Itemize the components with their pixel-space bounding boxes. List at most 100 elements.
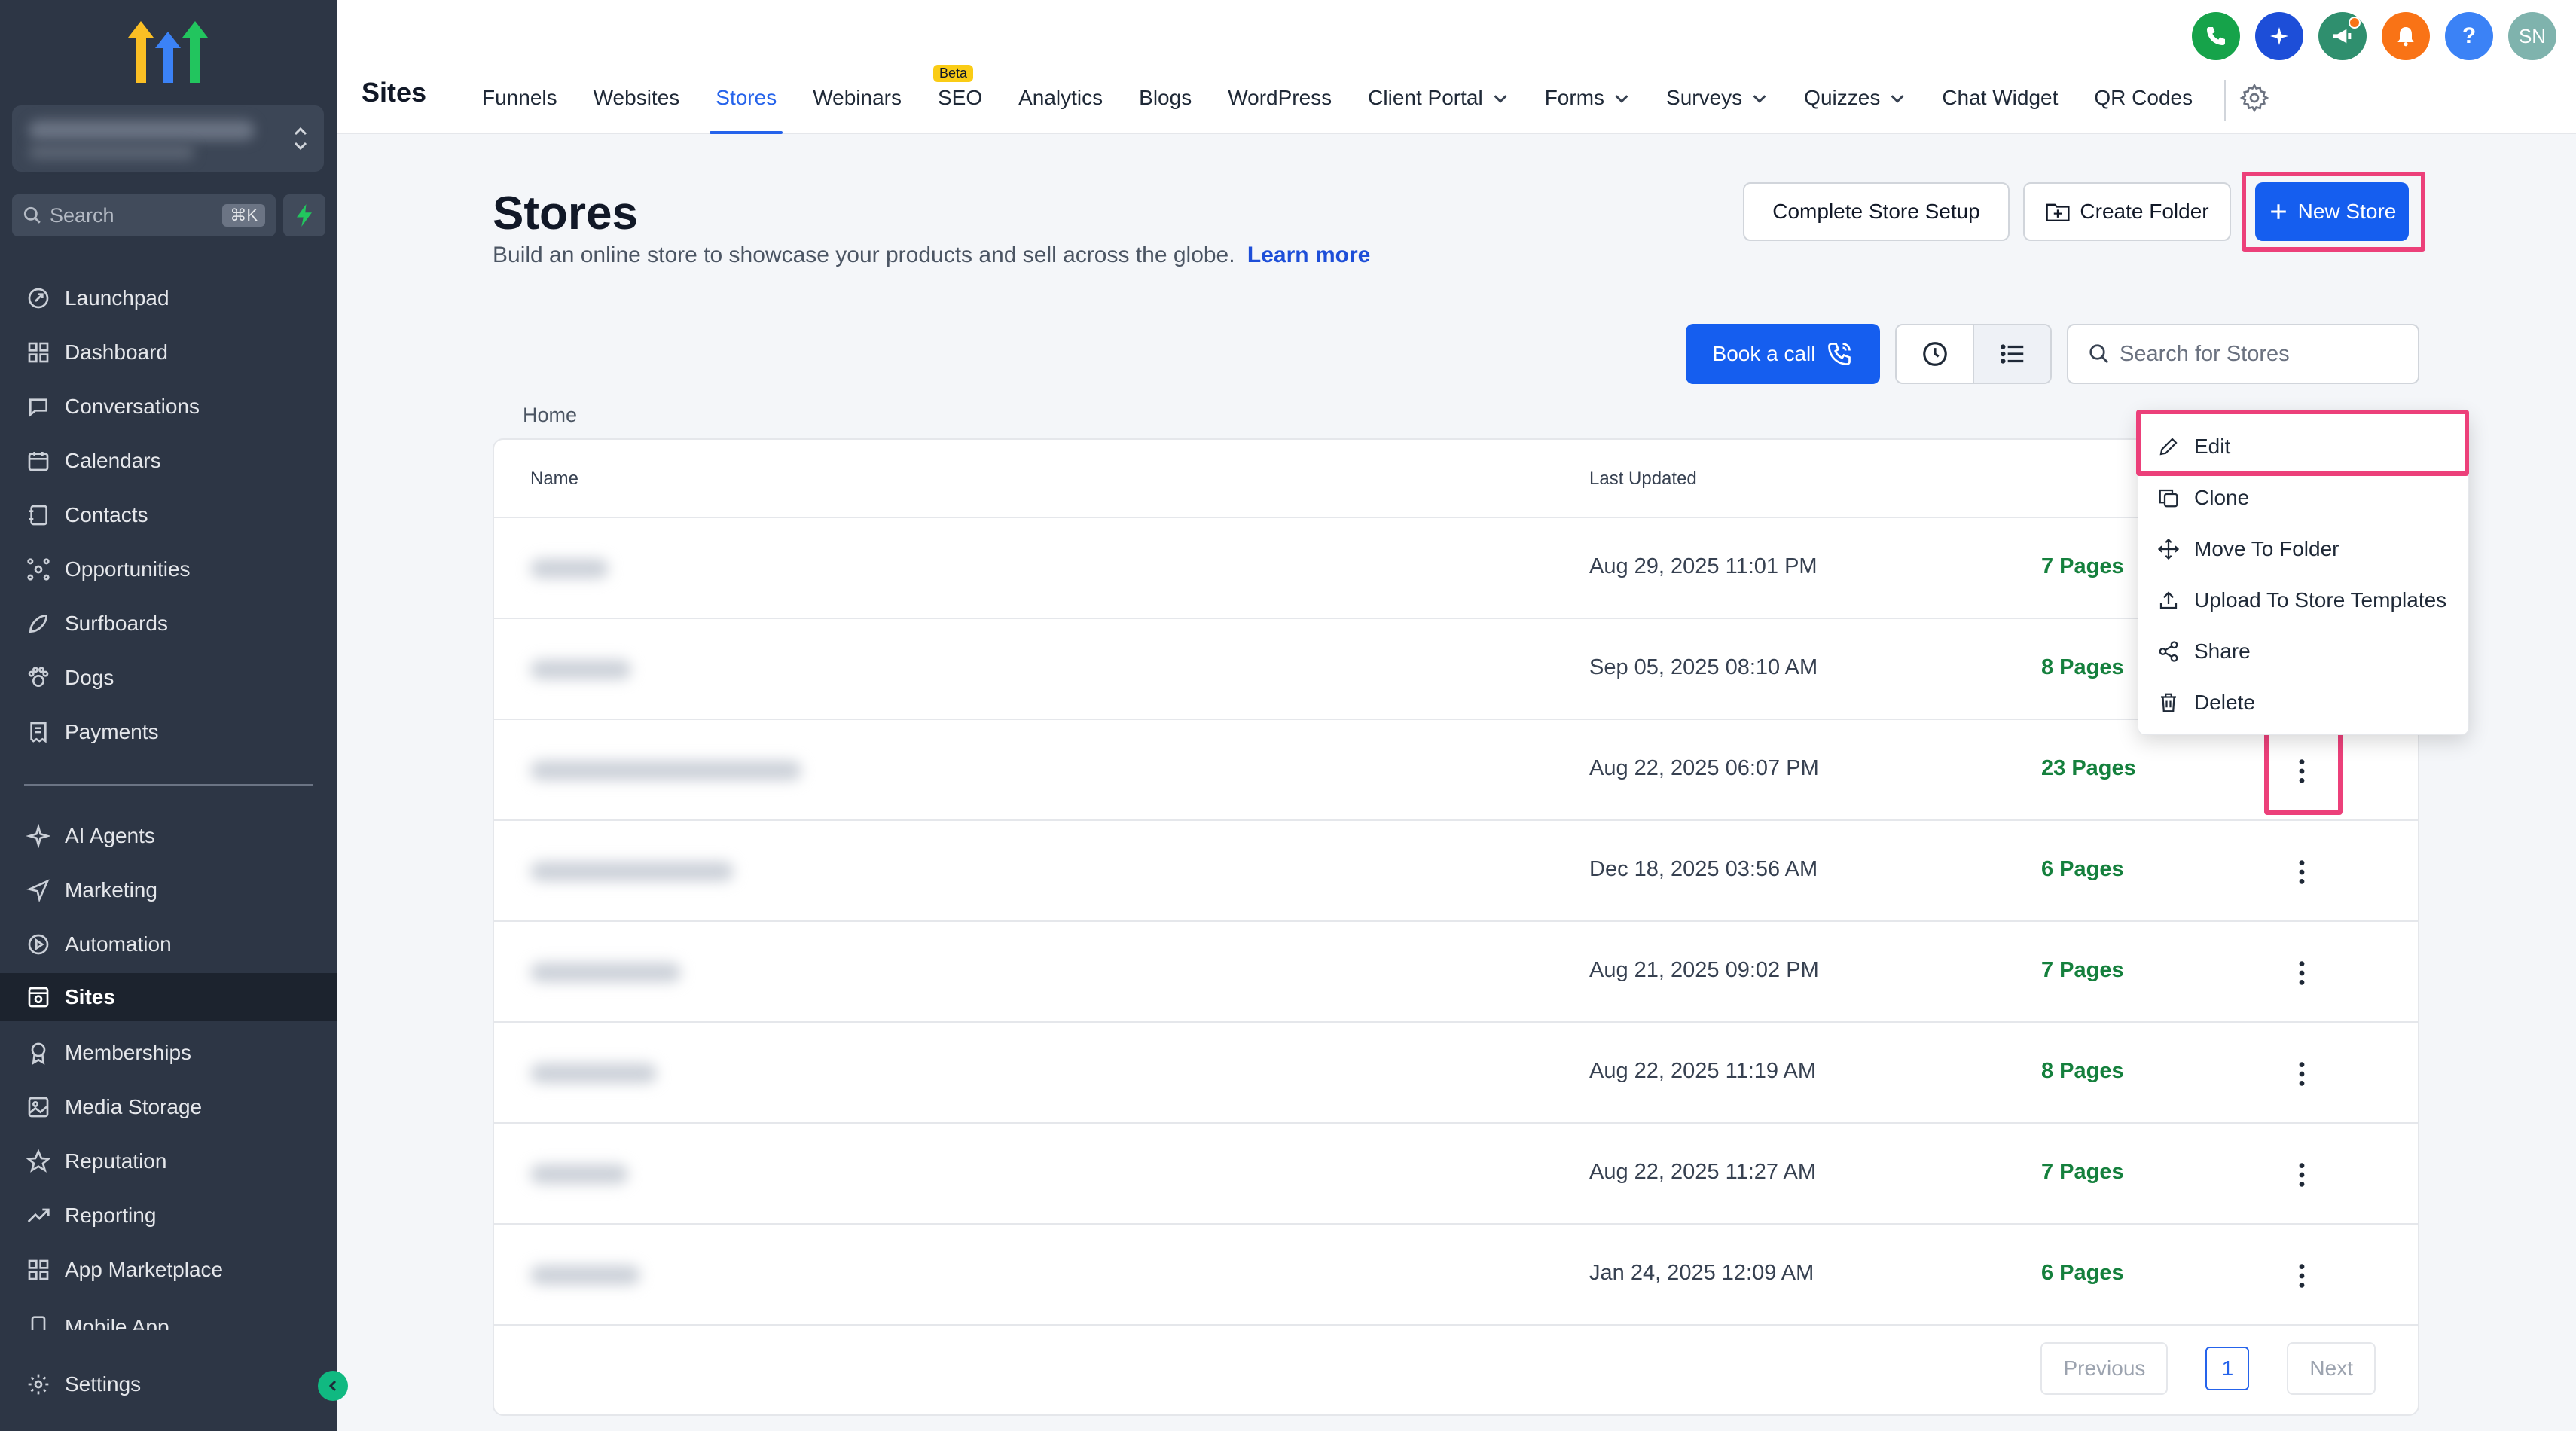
- table-row[interactable]: Aug 21, 2025 09:02 PM 7 Pages: [494, 922, 2418, 1023]
- tab-analytics[interactable]: Analytics: [1000, 75, 1121, 134]
- tab-forms[interactable]: Forms: [1527, 75, 1648, 134]
- sidebar-item-memberships[interactable]: Memberships: [0, 1029, 337, 1077]
- learn-more-link[interactable]: Learn more: [1247, 243, 1370, 267]
- table-row[interactable]: Aug 22, 2025 06:07 PM 23 Pages: [494, 720, 2418, 821]
- sidebar-item-launchpad[interactable]: Launchpad: [0, 274, 337, 322]
- menu-item-delete[interactable]: Delete: [2138, 677, 2468, 728]
- avatar-initials: SN: [2518, 24, 2547, 47]
- row-page-count[interactable]: 7 Pages: [2041, 1160, 2124, 1185]
- phone-button[interactable]: [2192, 12, 2240, 60]
- new-store-button[interactable]: New Store: [2255, 182, 2409, 241]
- tab-chat-widget[interactable]: Chat Widget: [1924, 75, 2076, 134]
- sidebar-item-marketing[interactable]: Marketing: [0, 866, 337, 914]
- book-a-call-button[interactable]: Book a call: [1686, 324, 1880, 384]
- sidebar-item-calendars[interactable]: Calendars: [0, 437, 337, 485]
- store-name-blurred[interactable]: [530, 963, 681, 982]
- sidebar-item-reputation[interactable]: Reputation: [0, 1137, 337, 1185]
- previous-page-button[interactable]: Previous: [2040, 1342, 2169, 1395]
- tab-stores[interactable]: Stores: [697, 75, 795, 134]
- menu-item-upload-to-store-templates[interactable]: Upload To Store Templates: [2138, 575, 2468, 626]
- user-avatar[interactable]: SN: [2508, 12, 2556, 60]
- table-row[interactable]: Aug 22, 2025 11:27 AM 7 Pages: [494, 1124, 2418, 1225]
- sidebar-item-automation[interactable]: Automation: [0, 920, 337, 969]
- table-row[interactable]: Aug 29, 2025 11:01 PM 7 Pages: [494, 518, 2418, 619]
- store-search-input[interactable]: [2120, 341, 2406, 367]
- tab-funnels[interactable]: Funnels: [464, 75, 575, 134]
- sidebar-item-sites[interactable]: Sites: [0, 973, 337, 1021]
- sidebar-item-reporting[interactable]: Reporting: [0, 1191, 337, 1240]
- store-name-blurred[interactable]: [530, 1265, 640, 1285]
- complete-store-setup-button[interactable]: Complete Store Setup: [1743, 182, 2010, 241]
- tab-websites[interactable]: Websites: [575, 75, 698, 134]
- list-view-button[interactable]: [1973, 325, 2050, 383]
- column-header-last-updated[interactable]: Last Updated: [1589, 468, 1697, 490]
- next-page-button[interactable]: Next: [2287, 1342, 2376, 1395]
- table-row[interactable]: Dec 18, 2025 03:56 AM 6 Pages: [494, 821, 2418, 922]
- tab-wordpress[interactable]: WordPress: [1210, 75, 1350, 134]
- row-actions-button[interactable]: [2287, 953, 2317, 993]
- row-page-count[interactable]: 6 Pages: [2041, 1261, 2124, 1286]
- sidebar-item-mobile-app[interactable]: Mobile App: [0, 1303, 337, 1330]
- row-actions-button[interactable]: [2287, 752, 2317, 791]
- recent-view-button[interactable]: [1897, 325, 1973, 383]
- sidebar-item-surfboards[interactable]: Surfboards: [0, 600, 337, 648]
- sidebar-item-conversations[interactable]: Conversations: [0, 383, 337, 431]
- sidebar-item-app-marketplace[interactable]: App Marketplace: [0, 1246, 337, 1294]
- store-name-blurred[interactable]: [530, 660, 631, 679]
- row-page-count[interactable]: 8 Pages: [2041, 1059, 2124, 1084]
- row-page-count[interactable]: 6 Pages: [2041, 857, 2124, 882]
- create-folder-button[interactable]: Create Folder: [2023, 182, 2231, 241]
- help-button[interactable]: ?: [2445, 12, 2493, 60]
- sidebar-item-media-storage[interactable]: Media Storage: [0, 1083, 337, 1131]
- tab-seo[interactable]: Beta SEO: [920, 65, 1000, 134]
- sidebar-item-dogs[interactable]: Dogs: [0, 654, 337, 702]
- tab-blogs[interactable]: Blogs: [1121, 75, 1210, 134]
- sidebar-item-contacts[interactable]: Contacts: [0, 491, 337, 539]
- tab-surveys[interactable]: Surveys: [1648, 75, 1786, 134]
- sites-settings-button[interactable]: [2239, 75, 2269, 134]
- column-header-name[interactable]: Name: [530, 468, 578, 490]
- sidebar-search[interactable]: Search ⌘K: [12, 194, 276, 236]
- sidebar-item-ai-agents[interactable]: AI Agents: [0, 812, 337, 860]
- menu-item-share[interactable]: Share: [2138, 626, 2468, 677]
- menu-item-clone[interactable]: Clone: [2138, 472, 2468, 523]
- book-a-call-label: Book a call: [1712, 342, 1816, 365]
- store-name-blurred[interactable]: [530, 1164, 628, 1184]
- page-subtitle: Build an online store to showcase your p…: [493, 243, 1370, 268]
- sidebar-item-dashboard[interactable]: Dashboard: [0, 328, 337, 377]
- row-actions-button[interactable]: [2287, 1054, 2317, 1094]
- breadcrumb[interactable]: Home: [523, 404, 577, 427]
- move-icon: [2156, 537, 2181, 561]
- row-actions-button[interactable]: [2287, 1256, 2317, 1295]
- account-address-blurred: [29, 145, 194, 160]
- tab-webinars[interactable]: Webinars: [795, 75, 920, 134]
- sidebar-collapse-button[interactable]: [318, 1371, 348, 1401]
- account-switcher[interactable]: [12, 105, 324, 172]
- tab-client-portal[interactable]: Client Portal: [1350, 75, 1527, 134]
- table-row[interactable]: Aug 22, 2025 11:19 AM 8 Pages: [494, 1023, 2418, 1124]
- menu-item-move-to-folder[interactable]: Move To Folder: [2138, 523, 2468, 575]
- store-name-blurred[interactable]: [530, 1063, 657, 1083]
- ai-assistant-button[interactable]: [2255, 12, 2303, 60]
- sidebar-item-payments[interactable]: Payments: [0, 708, 337, 756]
- page-number-current[interactable]: 1: [2205, 1347, 2250, 1390]
- table-row[interactable]: Sep 05, 2025 08:10 AM 8 Pages: [494, 619, 2418, 720]
- row-actions-button[interactable]: [2287, 853, 2317, 892]
- row-page-count[interactable]: 23 Pages: [2041, 756, 2136, 781]
- row-page-count[interactable]: 8 Pages: [2041, 655, 2124, 680]
- store-name-blurred[interactable]: [530, 559, 609, 578]
- store-name-blurred[interactable]: [530, 761, 801, 780]
- tab-qr-codes[interactable]: QR Codes: [2076, 75, 2211, 134]
- row-actions-button[interactable]: [2287, 1155, 2317, 1195]
- announcements-button[interactable]: [2318, 12, 2367, 60]
- notifications-button[interactable]: [2382, 12, 2430, 60]
- row-page-count[interactable]: 7 Pages: [2041, 554, 2124, 579]
- tab-quizzes[interactable]: Quizzes: [1786, 75, 1924, 134]
- sidebar-item-opportunities[interactable]: Opportunities: [0, 545, 337, 593]
- menu-item-edit[interactable]: Edit: [2138, 421, 2468, 472]
- sidebar-item-settings[interactable]: Settings: [0, 1360, 337, 1408]
- table-row[interactable]: Jan 24, 2025 12:09 AM 6 Pages: [494, 1225, 2418, 1326]
- store-name-blurred[interactable]: [530, 862, 734, 881]
- quick-action-button[interactable]: [283, 194, 325, 236]
- row-page-count[interactable]: 7 Pages: [2041, 958, 2124, 983]
